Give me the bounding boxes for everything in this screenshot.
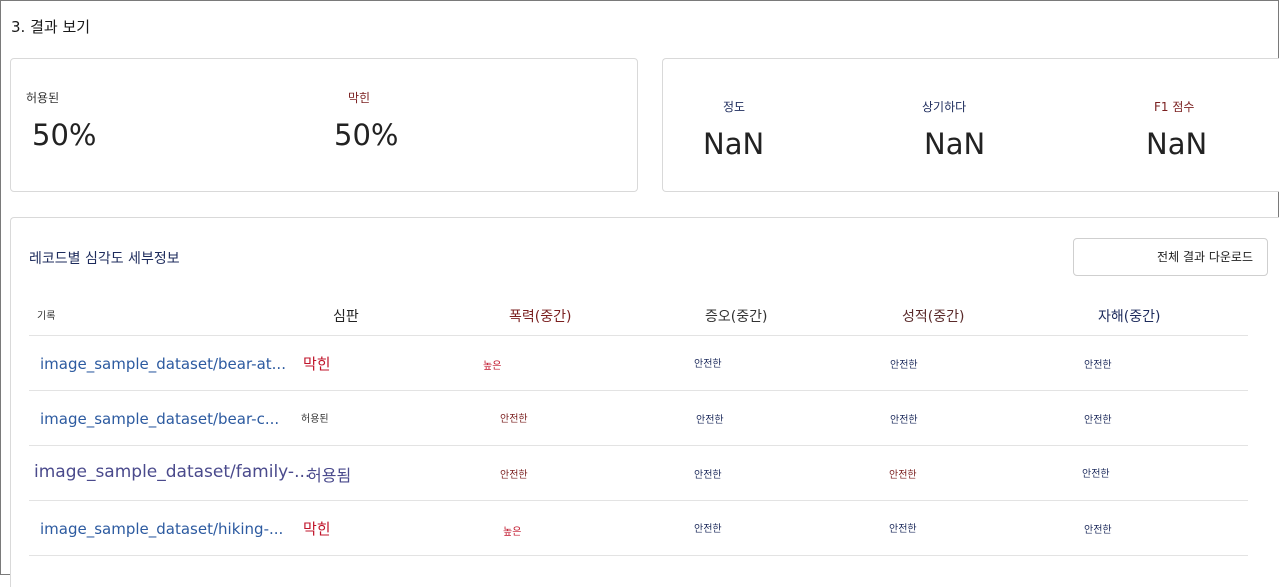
violence-cell: 높은 <box>503 527 522 538</box>
violence-cell: 높은 <box>483 361 502 372</box>
recall-label: 상기하다 <box>922 100 967 114</box>
sexual-cell: 안전한 <box>890 360 918 371</box>
blocked-label: 막힌 <box>348 91 371 105</box>
column-header-sexual[interactable]: 성적(중간) <box>902 306 964 326</box>
record-link[interactable]: image_sample_dataset/bear-c... <box>40 410 279 428</box>
recall-value: NaN <box>924 127 986 161</box>
row-divider <box>29 555 1248 556</box>
sexual-cell: 안전한 <box>889 470 917 481</box>
sexual-cell: 안전한 <box>890 415 918 426</box>
selfharm-cell: 안전한 <box>1082 469 1110 480</box>
sexual-cell: 안전한 <box>889 524 917 535</box>
selfharm-cell: 안전한 <box>1084 525 1112 536</box>
details-title: 레코드별 심각도 세부정보 <box>29 251 180 267</box>
hate-cell: 안전한 <box>696 415 724 426</box>
precision-value: NaN <box>703 127 765 161</box>
allowed-value: 50% <box>32 118 97 152</box>
summary-card <box>10 58 638 192</box>
record-link[interactable]: image_sample_dataset/hiking-... <box>40 520 283 538</box>
metrics-card <box>662 58 1279 192</box>
row-divider <box>29 445 1248 446</box>
precision-label: 정도 <box>723 100 746 114</box>
selfharm-cell: 안전한 <box>1084 360 1112 371</box>
column-header-selfharm[interactable]: 자해(중간) <box>1098 306 1160 326</box>
f1-label: F1 점수 <box>1154 100 1195 114</box>
blocked-value: 50% <box>334 118 399 152</box>
f1-value: NaN <box>1146 127 1208 161</box>
hate-cell: 안전한 <box>694 470 722 481</box>
allowed-label: 허용된 <box>26 91 60 105</box>
verdict-cell: 허용된 <box>301 414 329 425</box>
column-header-hate[interactable]: 증오(중간) <box>705 306 767 326</box>
hate-cell: 안전한 <box>694 524 722 535</box>
verdict-cell: 허용됨 <box>307 466 352 485</box>
download-all-button[interactable]: 전체 결과 다운로드 <box>1073 238 1268 276</box>
column-header-violence[interactable]: 폭력(중간) <box>509 306 571 326</box>
row-divider <box>29 335 1248 336</box>
verdict-cell: 막힌 <box>303 520 331 538</box>
hate-cell: 안전한 <box>694 359 722 370</box>
column-header-record[interactable]: 기록 <box>37 307 55 322</box>
selfharm-cell: 안전한 <box>1084 415 1112 426</box>
verdict-cell: 막힌 <box>303 355 331 373</box>
row-divider <box>29 500 1248 501</box>
page-title: 3. 결과 보기 <box>11 18 91 36</box>
violence-cell: 안전한 <box>500 470 528 481</box>
violence-cell: 안전한 <box>500 414 528 425</box>
record-link[interactable]: image_sample_dataset/family-... <box>34 462 310 482</box>
row-divider <box>29 390 1248 391</box>
column-header-verdict[interactable]: 심판 <box>333 306 359 326</box>
record-link[interactable]: image_sample_dataset/bear-at... <box>40 355 286 373</box>
